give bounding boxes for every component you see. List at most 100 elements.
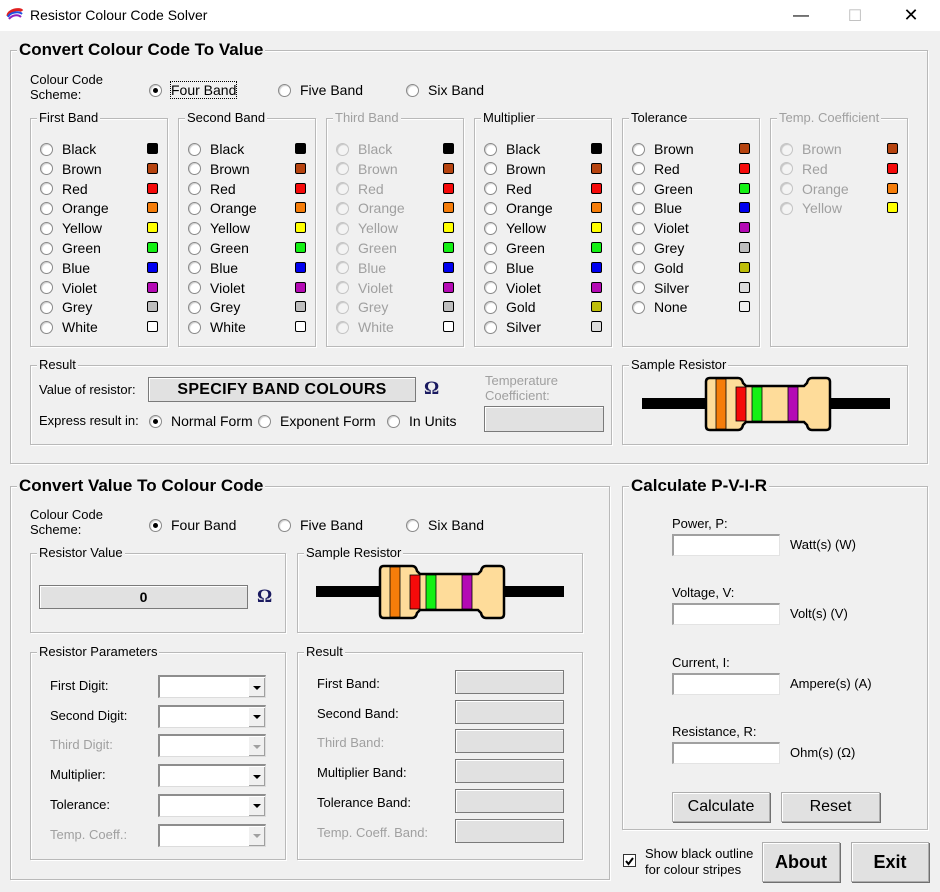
radio-button[interactable]: [632, 241, 645, 255]
radio-button[interactable]: [188, 201, 201, 215]
radio-button[interactable]: [40, 241, 53, 255]
radio-button[interactable]: [632, 261, 645, 275]
minimize-button[interactable]: —: [778, 0, 824, 31]
dropdown-arrow-button[interactable]: [248, 766, 265, 787]
radio-button[interactable]: [40, 281, 53, 295]
first-band-radio-brown[interactable]: Brown: [40, 160, 102, 178]
result-form-radio-normal-form[interactable]: Normal Form: [149, 412, 253, 430]
first-band-radio-black[interactable]: Black: [40, 140, 96, 158]
radio-button[interactable]: [40, 142, 53, 156]
radio-button[interactable]: [484, 201, 497, 215]
first-band-radio-blue[interactable]: Blue: [40, 259, 90, 277]
radio-button[interactable]: [40, 300, 53, 314]
radio-button[interactable]: [40, 201, 53, 215]
first-band-radio-green[interactable]: Green: [40, 239, 101, 257]
radio-button[interactable]: [632, 281, 645, 295]
ctv-scheme-radio-five-band[interactable]: Five Band: [278, 81, 363, 99]
multiplier-radio-green[interactable]: Green: [484, 239, 545, 257]
radio-button[interactable]: [149, 518, 162, 532]
radio-button[interactable]: [188, 162, 201, 176]
result-form-radio-in-units[interactable]: In Units: [387, 412, 456, 430]
first-band-radio-yellow[interactable]: Yellow: [40, 219, 102, 237]
outline-checkbox-label[interactable]: Show black outline for colour stripes: [645, 846, 760, 878]
radio-button[interactable]: [188, 281, 201, 295]
close-button[interactable]: ✕: [888, 0, 934, 31]
outline-checkbox[interactable]: [623, 854, 636, 867]
multiplier-radio-gold[interactable]: Gold: [484, 298, 536, 316]
first-band-radio-violet[interactable]: Violet: [40, 279, 97, 297]
radio-button[interactable]: [188, 320, 201, 334]
second-band-radio-brown[interactable]: Brown: [188, 160, 250, 178]
tolerance-radio-green[interactable]: Green: [632, 180, 693, 198]
multiplier-radio-yellow[interactable]: Yellow: [484, 219, 546, 237]
radio-button[interactable]: [632, 201, 645, 215]
radio-button[interactable]: [632, 221, 645, 235]
multiplier-radio-blue[interactable]: Blue: [484, 259, 534, 277]
tolerance-radio-violet[interactable]: Violet: [632, 219, 689, 237]
radio-button[interactable]: [40, 320, 53, 334]
ctv-scheme-radio-four-band[interactable]: Four Band: [149, 81, 238, 99]
dropdown-arrow-button[interactable]: [248, 706, 265, 727]
calculate-button[interactable]: Calculate: [672, 792, 770, 822]
resistor-value-input[interactable]: 0: [39, 585, 248, 609]
param-select-second-digit[interactable]: [158, 704, 266, 728]
radio-button[interactable]: [484, 261, 497, 275]
radio-button[interactable]: [632, 300, 645, 314]
radio-button[interactable]: [484, 320, 497, 334]
radio-button[interactable]: [484, 221, 497, 235]
ctv-scheme-radio-six-band[interactable]: Six Band: [406, 81, 484, 99]
radio-button[interactable]: [484, 142, 497, 156]
radio-button[interactable]: [632, 142, 645, 156]
radio-button[interactable]: [484, 281, 497, 295]
radio-button[interactable]: [40, 221, 53, 235]
radio-button[interactable]: [40, 162, 53, 176]
pvir-input-power-p[interactable]: [672, 534, 780, 556]
tolerance-radio-grey[interactable]: Grey: [632, 239, 684, 257]
second-band-radio-green[interactable]: Green: [188, 239, 249, 257]
radio-button[interactable]: [40, 182, 53, 196]
radio-button[interactable]: [188, 300, 201, 314]
radio-button[interactable]: [188, 261, 201, 275]
exit-button[interactable]: Exit: [851, 842, 929, 882]
vtc-scheme-radio-six-band[interactable]: Six Band: [406, 516, 484, 534]
radio-button[interactable]: [188, 142, 201, 156]
tolerance-radio-brown[interactable]: Brown: [632, 140, 694, 158]
radio-button[interactable]: [632, 182, 645, 196]
radio-button[interactable]: [484, 241, 497, 255]
tolerance-radio-gold[interactable]: Gold: [632, 259, 684, 277]
dropdown-arrow-button[interactable]: [248, 677, 265, 697]
radio-button[interactable]: [188, 182, 201, 196]
second-band-radio-red[interactable]: Red: [188, 180, 236, 198]
radio-button[interactable]: [278, 83, 291, 97]
multiplier-radio-violet[interactable]: Violet: [484, 279, 541, 297]
second-band-radio-orange[interactable]: Orange: [188, 199, 257, 217]
vtc-scheme-radio-five-band[interactable]: Five Band: [278, 516, 363, 534]
second-band-radio-black[interactable]: Black: [188, 140, 244, 158]
about-button[interactable]: About: [762, 842, 840, 882]
param-select-multiplier[interactable]: [158, 764, 266, 788]
radio-button[interactable]: [278, 518, 291, 532]
radio-button[interactable]: [484, 300, 497, 314]
maximize-button[interactable]: ☐: [832, 0, 878, 31]
radio-button[interactable]: [188, 221, 201, 235]
second-band-radio-grey[interactable]: Grey: [188, 298, 240, 316]
radio-button[interactable]: [406, 83, 419, 97]
first-band-radio-orange[interactable]: Orange: [40, 199, 109, 217]
radio-button[interactable]: [149, 83, 162, 97]
result-form-radio-exponent-form[interactable]: Exponent Form: [258, 412, 376, 430]
radio-button[interactable]: [149, 414, 162, 428]
radio-button[interactable]: [40, 261, 53, 275]
multiplier-radio-red[interactable]: Red: [484, 180, 532, 198]
tolerance-radio-none[interactable]: None: [632, 298, 687, 316]
param-select-first-digit[interactable]: [158, 675, 266, 698]
multiplier-radio-black[interactable]: Black: [484, 140, 540, 158]
param-select-tolerance[interactable]: [158, 793, 266, 817]
first-band-radio-grey[interactable]: Grey: [40, 298, 92, 316]
radio-button[interactable]: [188, 241, 201, 255]
pvir-input-voltage-v[interactable]: [672, 603, 780, 626]
first-band-radio-red[interactable]: Red: [40, 180, 88, 198]
second-band-radio-yellow[interactable]: Yellow: [188, 219, 250, 237]
reset-button[interactable]: Reset: [781, 792, 880, 822]
radio-button[interactable]: [632, 162, 645, 176]
first-band-radio-white[interactable]: White: [40, 318, 98, 336]
